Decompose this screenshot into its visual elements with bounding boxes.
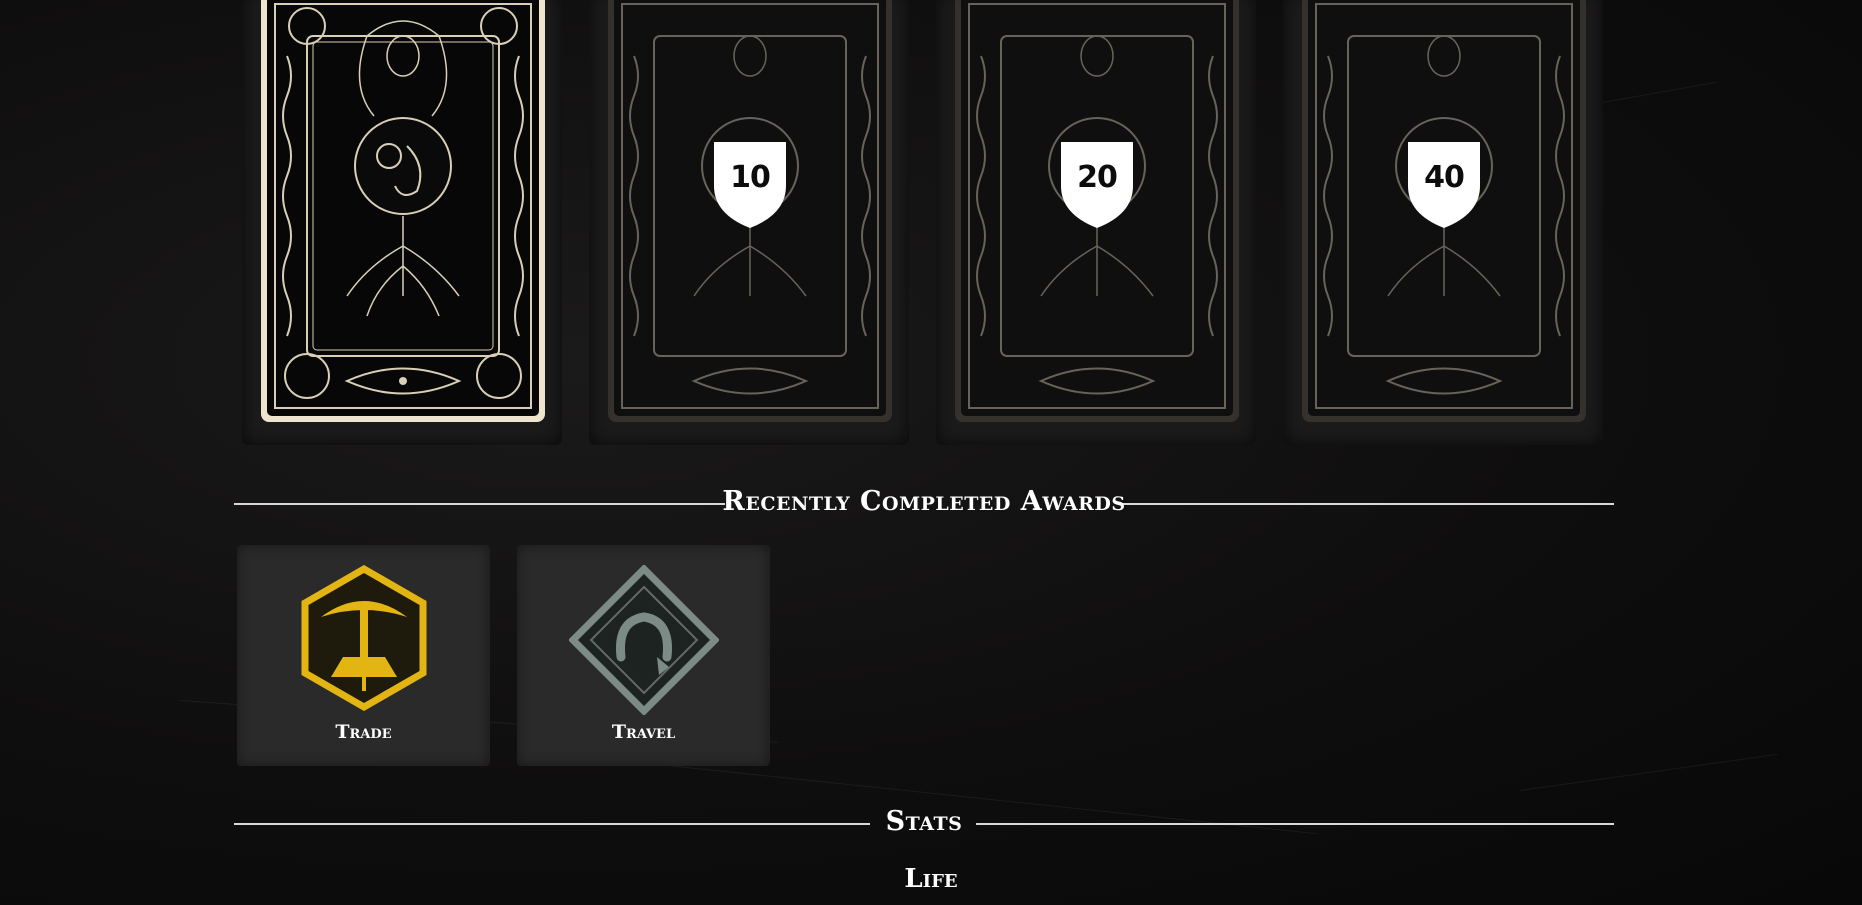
lock-requirement: 10 — [730, 160, 771, 195]
award-tile-trade[interactable]: Trade — [237, 545, 490, 766]
cards-row: 10 20 40 — [0, 0, 1862, 450]
page: 10 20 40 Recently Completed Awards Trade… — [0, 0, 1862, 905]
background-scratch — [1519, 753, 1778, 791]
stats-section-title: Stats — [885, 806, 963, 837]
stats-section-header: Stats — [234, 806, 1614, 842]
award-label: Travel — [611, 721, 676, 743]
award-tile-travel[interactable]: Travel — [517, 545, 770, 766]
stats-subheading-life: Life — [904, 864, 958, 894]
lock-requirement: 40 — [1424, 160, 1465, 195]
awards-section-title: Recently Completed Awards — [722, 486, 1126, 517]
tarot-illustration — [274, 3, 532, 409]
awards-section-header: Recently Completed Awards — [234, 486, 1614, 522]
card-artwork — [267, 0, 539, 416]
horseshoe-diamond-icon — [567, 564, 720, 719]
pickaxe-hexagon-icon — [299, 564, 429, 715]
lock-requirement: 20 — [1077, 160, 1118, 195]
award-label: Trade — [335, 721, 392, 743]
lock-badge: 40 — [1406, 140, 1482, 228]
lock-badge: 10 — [712, 140, 788, 228]
lock-badge: 20 — [1059, 140, 1135, 228]
card-unlocked[interactable] — [261, 0, 545, 422]
